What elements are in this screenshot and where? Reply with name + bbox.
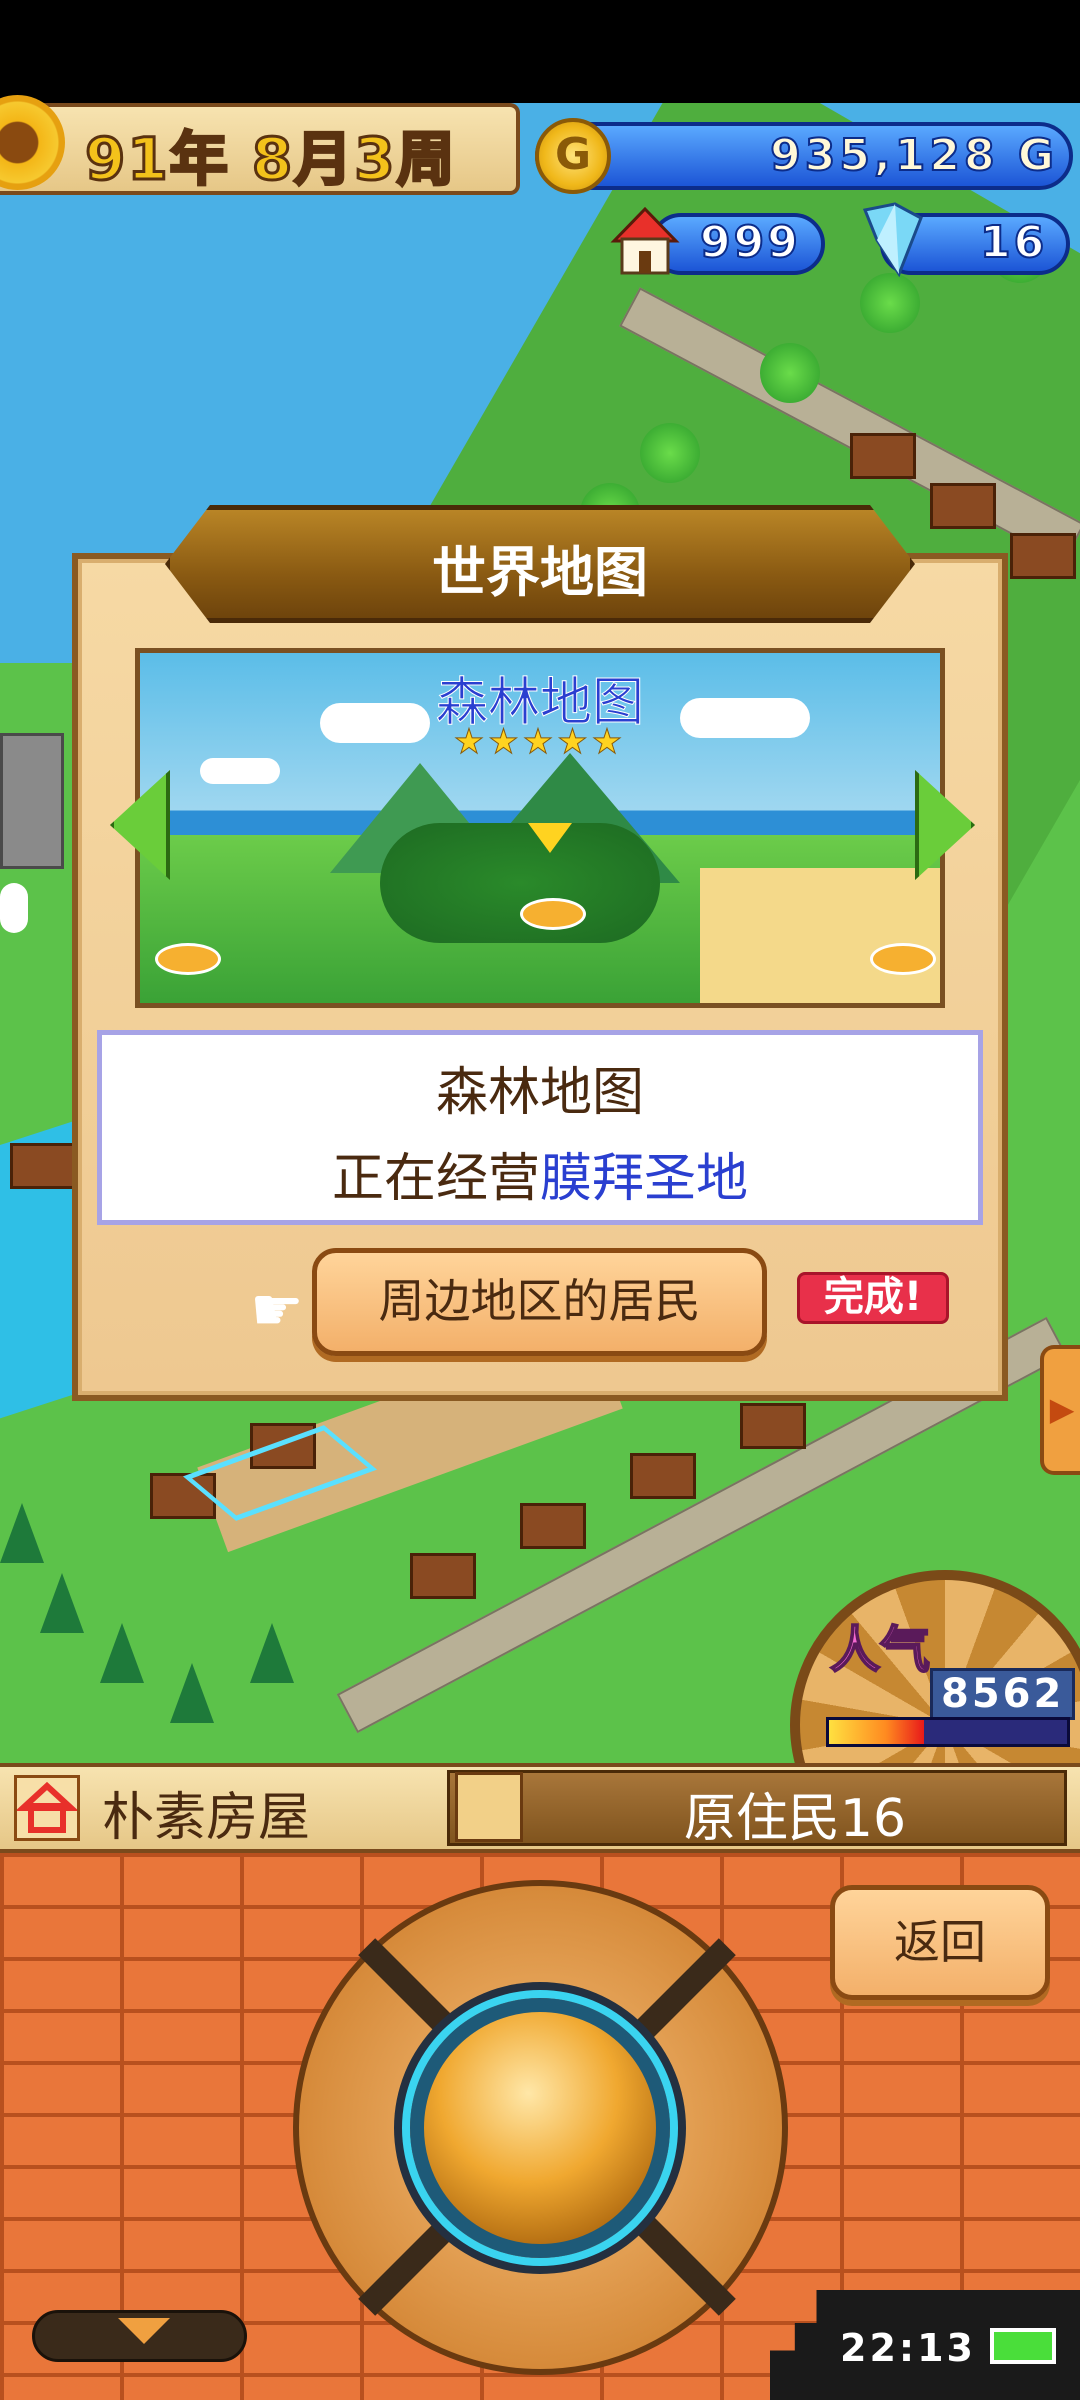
complete-badge: 完成! [797,1272,949,1324]
tree [640,423,700,483]
gold-amount: 935,128 G [769,129,1058,182]
clock: 22:13 [840,2326,976,2370]
chevron-down-icon [118,2318,170,2344]
nearby-residents-button[interactable]: 周边地区的居民 [312,1248,767,1356]
popularity-bar-fill [829,1720,924,1744]
dialog-title: 世界地图 [432,541,648,604]
house[interactable] [520,1503,586,1549]
house[interactable] [930,483,996,529]
map-marker-icon [528,823,572,853]
game-date: 91年 8月3周 [84,124,457,195]
house[interactable] [410,1553,476,1599]
house[interactable] [850,433,916,479]
resident-name: 原住民16 [683,1789,907,1849]
crystal-icon [862,202,923,278]
house-icon [14,1775,80,1841]
resident-avatar [455,1772,523,1842]
tree [760,343,820,403]
dpad-center-button[interactable] [410,1998,670,2258]
house[interactable] [1010,533,1076,579]
map-info-status: 正在经营膜拜圣地 [97,1136,983,1211]
house-count: 999 [699,216,801,269]
hand-pointer-icon: ☛ [250,1275,304,1345]
snowman [0,883,28,933]
gold-coin-icon: G [535,118,611,194]
house[interactable] [10,1143,76,1189]
map-spot[interactable] [870,943,936,975]
map-spot[interactable] [155,943,221,975]
building-name: 朴素房屋 [102,1788,311,1848]
house[interactable] [630,1453,696,1499]
map-spot[interactable] [520,898,586,930]
pine-tree [170,1663,214,1723]
tree [860,273,920,333]
pine-tree [40,1573,84,1633]
beach [700,868,940,1003]
map-info-name: 森林地图 [435,1063,644,1123]
pine-tree [0,1503,44,1563]
house-icon [610,206,680,275]
popularity-label: 人气 [829,1620,931,1680]
status-highlight: 膜拜圣地 [540,1149,749,1209]
status-bar-top [0,0,1080,103]
battery-icon [990,2328,1056,2364]
pine-tree [100,1623,144,1683]
back-button[interactable]: 返回 [830,1885,1050,2000]
popularity-value: 8562 [930,1668,1076,1720]
map-difficulty-stars: ★★★★★ [453,722,627,763]
house[interactable] [740,1403,806,1449]
pine-tree [250,1623,294,1683]
side-menu-tab[interactable]: ▶ [1040,1345,1080,1475]
status-prefix: 正在经营 [331,1149,540,1209]
forest [380,823,660,943]
castle-tower [0,733,64,869]
crystal-count: 16 [979,216,1048,269]
